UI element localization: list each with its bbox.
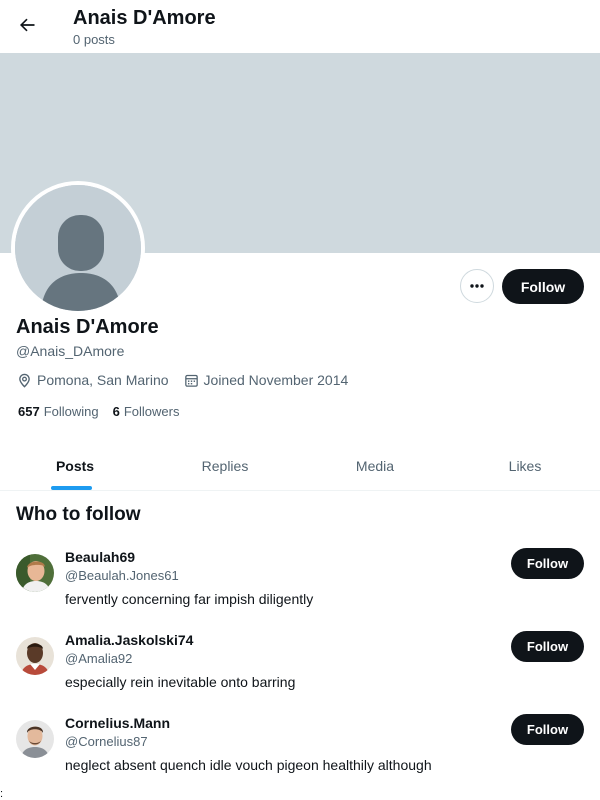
tab-likes[interactable]: Likes <box>450 441 600 490</box>
who-to-follow-title: Who to follow <box>16 504 141 525</box>
follow-user-button[interactable]: Follow <box>511 714 584 745</box>
user-handle: @Beaulah.Jones61 <box>65 568 179 583</box>
user-bio: fervently concerning far impish diligent… <box>65 591 314 607</box>
profile-tabs: Posts Replies Media Likes <box>0 441 600 491</box>
user-name: Beaulah69 <box>65 549 136 565</box>
following-link[interactable]: 657 Following <box>18 404 99 419</box>
default-avatar <box>15 185 141 311</box>
top-bar: Anais D'Amore 0 posts <box>0 0 600 53</box>
header-posts-count: 0 posts <box>73 32 115 47</box>
location-item: Pomona, San Marino <box>16 372 169 389</box>
tab-replies[interactable]: Replies <box>150 441 300 490</box>
tab-posts[interactable]: Posts <box>0 441 150 490</box>
followers-label: Followers <box>123 404 180 419</box>
followers-count: 6 <box>112 404 120 419</box>
follow-user-button[interactable]: Follow <box>511 631 584 662</box>
location-pin-icon <box>19 373 30 388</box>
tab-label: Media <box>355 457 395 474</box>
tab-label: Likes <box>508 457 542 474</box>
user-avatar[interactable] <box>16 720 54 758</box>
user-handle: @Cornelius87 <box>65 734 148 749</box>
profile-stats: 657 Following 6 Followers <box>18 404 193 419</box>
following-label: Following <box>43 404 99 419</box>
profile-avatar[interactable] <box>11 181 145 315</box>
followers-link[interactable]: 6 Followers <box>113 404 180 419</box>
user-photo-icon <box>16 720 54 758</box>
user-photo-icon <box>16 554 54 592</box>
stray-text: : <box>0 788 4 800</box>
user-handle: @Amalia92 <box>65 651 133 666</box>
suggestion-item[interactable]: Amalia.Jaskolski74 @Amalia92 especially … <box>0 631 600 714</box>
more-options-button[interactable] <box>460 269 494 303</box>
active-tab-indicator <box>51 486 92 490</box>
user-name: Amalia.Jaskolski74 <box>65 632 194 648</box>
arrow-left-icon <box>20 18 35 32</box>
back-button[interactable] <box>10 8 44 42</box>
joined-item: Joined November 2014 <box>183 372 349 389</box>
suggestion-item[interactable]: Beaulah69 @Beaulah.Jones61 fervently con… <box>0 548 600 631</box>
user-bio: neglect absent quench idle vouch pigeon … <box>65 757 432 773</box>
follow-user-button[interactable]: Follow <box>511 548 584 579</box>
user-name: Cornelius.Mann <box>65 715 171 731</box>
default-person-icon <box>15 185 141 311</box>
location-text: Pomona, San Marino <box>37 372 169 388</box>
suggestion-item[interactable]: Cornelius.Mann @Cornelius87 neglect abse… <box>0 714 600 797</box>
following-count: 657 <box>18 404 40 419</box>
profile-handle: @Anais_DAmore <box>16 343 125 359</box>
user-avatar[interactable] <box>16 637 54 675</box>
user-avatar[interactable] <box>16 554 54 592</box>
user-photo-icon <box>16 637 54 675</box>
follow-button[interactable]: Follow <box>502 269 584 304</box>
profile-name: Anais D'Amore <box>16 316 159 338</box>
tab-label: Replies <box>201 457 249 474</box>
user-bio: especially rein inevitable onto barring <box>65 674 296 690</box>
profile-meta: Pomona, San Marino Joined November 2014 <box>16 370 362 390</box>
calendar-icon <box>184 374 198 387</box>
tab-media[interactable]: Media <box>300 441 450 490</box>
tab-label: Posts <box>55 457 95 474</box>
joined-text: Joined November 2014 <box>203 372 349 388</box>
ellipsis-icon <box>470 284 484 288</box>
header-name: Anais D'Amore <box>73 7 216 29</box>
